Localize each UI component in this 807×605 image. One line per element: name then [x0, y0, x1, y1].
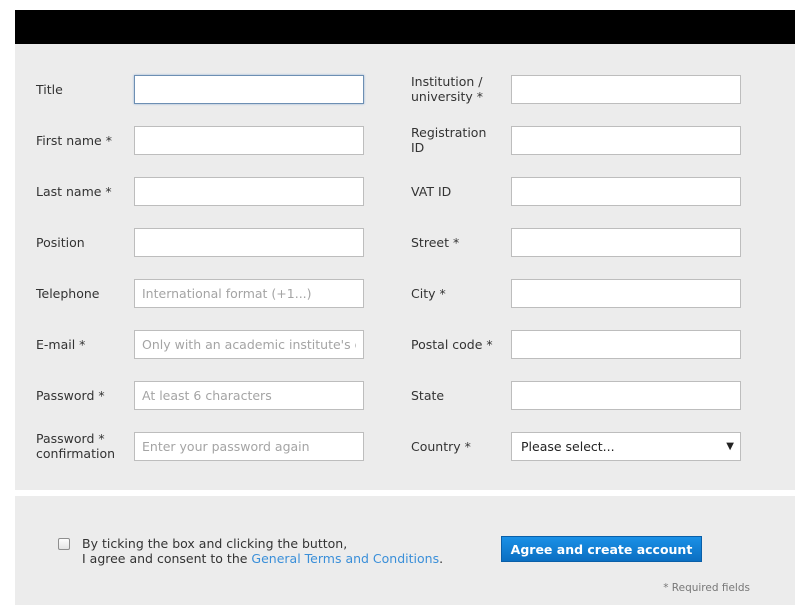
- institution-label: Institution / university *: [411, 74, 483, 104]
- password-confirmation-input[interactable]: [134, 432, 364, 461]
- city-label: City *: [411, 286, 446, 301]
- registration-id-label: Registration ID: [411, 125, 486, 155]
- consent-text: By ticking the box and clicking the butt…: [82, 536, 443, 566]
- country-select[interactable]: Please select... ▼: [511, 432, 741, 461]
- last-name-input[interactable]: [134, 177, 364, 206]
- country-label: Country *: [411, 439, 471, 454]
- last-name-label: Last name *: [36, 184, 112, 199]
- registration-id-input[interactable]: [511, 126, 741, 155]
- street-input[interactable]: [511, 228, 741, 257]
- password-confirmation-label-line2: confirmation: [36, 446, 116, 461]
- street-label: Street *: [411, 235, 460, 250]
- institution-label-line2: university *: [411, 89, 484, 104]
- registration-id-label-line2: ID: [411, 140, 425, 155]
- telephone-label: Telephone: [36, 286, 100, 301]
- email-label: E-mail *: [36, 337, 86, 352]
- password-label: Password *: [36, 388, 105, 403]
- postal-code-input[interactable]: [511, 330, 741, 359]
- password-input[interactable]: [134, 381, 364, 410]
- required-fields-note: * Required fields: [663, 582, 750, 594]
- consent-line2-prefix: I agree and consent to the: [82, 551, 252, 566]
- consent-line1: By ticking the box and clicking the butt…: [82, 536, 348, 551]
- position-input[interactable]: [134, 228, 364, 257]
- vat-id-label: VAT ID: [411, 184, 452, 199]
- title-input[interactable]: [134, 75, 364, 104]
- registration-form-panel: [15, 44, 795, 490]
- institution-label-line1: Institution /: [411, 74, 483, 89]
- registration-id-label-line1: Registration: [411, 125, 487, 140]
- vat-id-input[interactable]: [511, 177, 741, 206]
- state-input[interactable]: [511, 381, 741, 410]
- state-label: State: [411, 388, 445, 403]
- country-selected-value: Please select...: [521, 439, 615, 454]
- create-account-button[interactable]: Agree and create account: [501, 536, 702, 562]
- header-bar: [15, 10, 795, 44]
- dropdown-arrow-icon: ▼: [726, 441, 734, 452]
- telephone-input[interactable]: [134, 279, 364, 308]
- title-label: Title: [36, 82, 63, 97]
- postal-code-label: Postal code *: [411, 337, 493, 352]
- first-name-label: First name *: [36, 133, 112, 148]
- consent-line2-suffix: .: [439, 551, 444, 566]
- terms-checkbox[interactable]: [58, 538, 70, 550]
- first-name-input[interactable]: [134, 126, 364, 155]
- city-input[interactable]: [511, 279, 741, 308]
- password-confirmation-label: Password * confirmation: [36, 431, 115, 461]
- terms-link[interactable]: General Terms and Conditions: [251, 551, 439, 566]
- position-label: Position: [36, 235, 85, 250]
- password-confirmation-label-line1: Password *: [36, 431, 105, 446]
- email-input[interactable]: [134, 330, 364, 359]
- institution-input[interactable]: [511, 75, 741, 104]
